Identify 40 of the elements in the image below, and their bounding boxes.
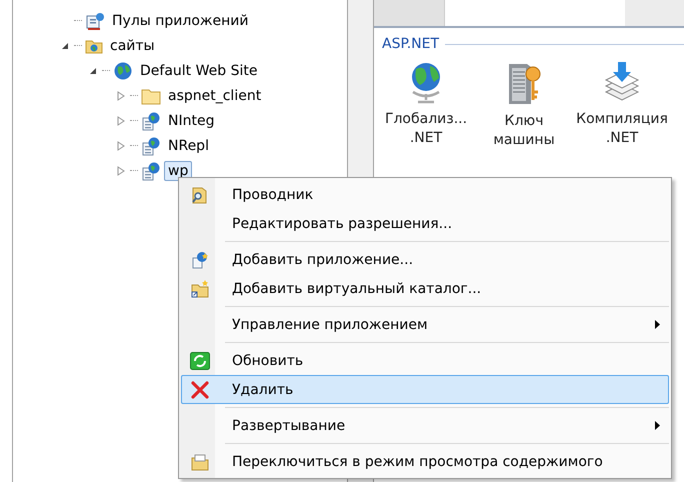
filter-field[interactable] bbox=[445, 0, 625, 26]
menu-item[interactable]: Удалить bbox=[181, 375, 669, 404]
delete-icon bbox=[191, 380, 209, 398]
application-star-icon bbox=[191, 250, 209, 268]
tree-item[interactable]: aspnet_client bbox=[164, 86, 266, 106]
feature-label[interactable]: Ключ машины bbox=[493, 112, 555, 150]
menu-item[interactable]: Переключиться в режим просмотра содержимого bbox=[181, 447, 669, 476]
menu-item[interactable]: Развертывание bbox=[181, 411, 669, 440]
tree-item[interactable]: NInteg bbox=[164, 110, 218, 130]
expand-arrow-icon[interactable] bbox=[117, 116, 125, 126]
menu-item[interactable]: Добавить виртуальный каталог... bbox=[181, 274, 669, 303]
folder-globe-icon bbox=[85, 38, 103, 54]
globe-icon bbox=[113, 60, 133, 80]
tree-item[interactable]: Default Web Site bbox=[136, 60, 262, 80]
application-icon bbox=[141, 160, 161, 180]
feature-label[interactable]: Глобализ... .NET bbox=[384, 110, 468, 148]
collapse-arrow-icon[interactable] bbox=[61, 42, 69, 50]
collapse-arrow-icon[interactable] bbox=[89, 66, 97, 74]
tree-item[interactable]: сайты bbox=[106, 36, 159, 56]
folder-magnifier-icon bbox=[191, 186, 209, 204]
expand-arrow-icon[interactable] bbox=[117, 166, 125, 176]
folders-icon bbox=[191, 452, 209, 470]
tree-item[interactable]: wp bbox=[164, 160, 192, 180]
tree-item[interactable]: NRepl bbox=[164, 136, 213, 156]
application-icon bbox=[141, 136, 161, 156]
tree-item[interactable]: Пулы приложений bbox=[108, 10, 252, 30]
menu-item[interactable]: Обновить bbox=[181, 346, 669, 375]
expand-arrow-icon[interactable] bbox=[117, 90, 125, 100]
folder-icon bbox=[141, 86, 161, 104]
menu-item[interactable]: Редактировать разрешения... bbox=[181, 209, 669, 238]
app-pool-icon bbox=[85, 12, 105, 30]
menu-item[interactable]: Управление приложением bbox=[181, 310, 669, 339]
menu-item[interactable]: Добавить приложение... bbox=[181, 245, 669, 274]
feature-label[interactable]: Компиляция .NET bbox=[576, 110, 668, 148]
application-icon bbox=[141, 110, 161, 130]
group-header: ASP.NET bbox=[382, 36, 440, 52]
expand-arrow-icon[interactable] bbox=[117, 140, 125, 150]
refresh-icon bbox=[190, 352, 210, 370]
folder-shortcut-icon bbox=[191, 280, 209, 298]
menu-item[interactable]: Проводник bbox=[181, 180, 669, 209]
